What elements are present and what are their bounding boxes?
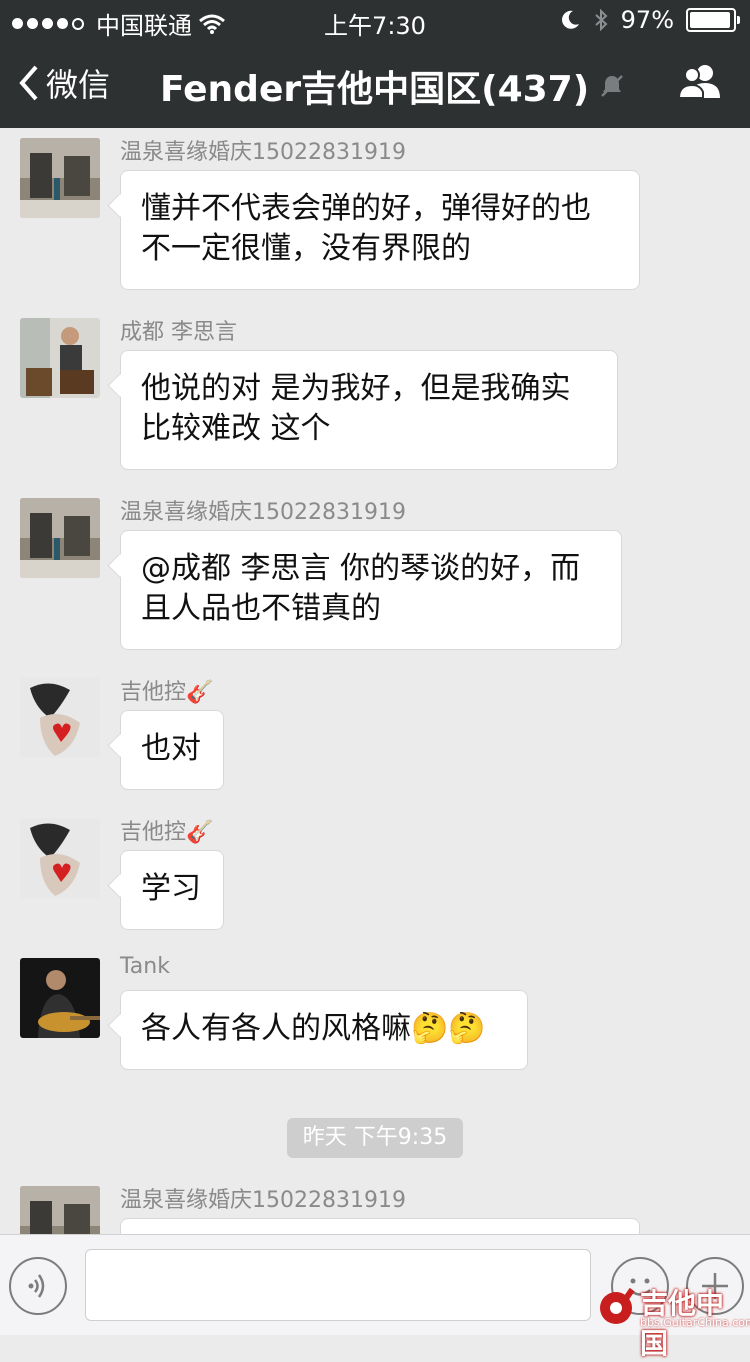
back-label: 微信 xyxy=(46,66,111,104)
sender-name: 成都 李思言 xyxy=(120,320,237,345)
message-bubble[interactable] xyxy=(120,1218,640,1234)
group-members-icon xyxy=(677,65,720,99)
message-bubble[interactable]: @成都 李思言 你的琴谈的好，而 且人品也不错真的 xyxy=(120,530,622,650)
message-line: 懂并不代表会弹的好，弹得好的也 xyxy=(141,191,591,226)
timestamp-separator: 昨天 下午9:35 xyxy=(287,1118,463,1158)
message-input[interactable] xyxy=(85,1249,591,1321)
avatar[interactable] xyxy=(20,318,100,398)
sender-name: 温泉喜缘婚庆15022831919 xyxy=(120,140,406,165)
message-line: 他说的对 是为我好，但是我确实 xyxy=(141,371,571,406)
message-item: 吉他控🎸 学习 xyxy=(20,808,420,938)
message-bubble[interactable]: 他说的对 是为我好，但是我确实 比较难改 这个 xyxy=(120,350,618,470)
chevron-left-icon xyxy=(19,65,38,101)
chat-title: Fender吉他中国区(437) xyxy=(160,60,625,112)
voice-button[interactable] xyxy=(9,1257,67,1315)
back-button[interactable]: 微信 xyxy=(18,60,110,106)
moon-icon xyxy=(561,10,579,29)
voice-icon xyxy=(28,1274,45,1298)
avatar[interactable] xyxy=(20,678,100,758)
message-line: 也对 xyxy=(141,731,201,766)
sender-name: Tank xyxy=(120,954,170,979)
message-line: 学习 xyxy=(141,871,201,906)
sender-name: 温泉喜缘婚庆15022831919 xyxy=(120,1188,406,1213)
message-item: 温泉喜缘婚庆15022831919 懂并不代表会弹的好，弹得好的也 不一定很懂，… xyxy=(20,128,640,298)
message-bubble[interactable]: 各人有各人的风格嘛🤔🤔 xyxy=(120,990,528,1070)
message-item: 温泉喜缘婚庆15022831919 xyxy=(20,1176,640,1234)
avatar[interactable] xyxy=(20,958,100,1038)
sender-name: 温泉喜缘婚庆15022831919 xyxy=(120,500,406,525)
chat-list[interactable]: 温泉喜缘婚庆15022831919 懂并不代表会弹的好，弹得好的也 不一定很懂，… xyxy=(0,128,750,1234)
message-bubble[interactable]: 懂并不代表会弹的好，弹得好的也 不一定很懂，没有界限的 xyxy=(120,170,640,290)
message-line: 不一定很懂，没有界限的 xyxy=(141,231,471,266)
watermark-url: bbs.GuitarChina.com xyxy=(640,1316,750,1329)
message-line: 各人有各人的风格嘛🤔🤔 xyxy=(141,1011,486,1046)
battery-percent: 97% xyxy=(620,6,674,34)
message-bubble[interactable]: 也对 xyxy=(120,710,224,790)
sender-name: 吉他控🎸 xyxy=(120,820,214,845)
sender-name: 吉他控🎸 xyxy=(120,680,214,705)
message-line: 且人品也不错真的 xyxy=(141,591,381,626)
header: 中国联通 上午7:30 97% 微信 Fender吉他中国区(437) xyxy=(0,0,750,128)
avatar[interactable] xyxy=(20,138,100,218)
message-item: 吉他控🎸 也对 xyxy=(20,668,420,798)
message-item: Tank 各人有各人的风格嘛🤔🤔 xyxy=(20,948,540,1078)
nav-bar: 微信 Fender吉他中国区(437) xyxy=(0,40,750,128)
mute-bell-icon xyxy=(601,75,624,97)
group-members-button[interactable] xyxy=(677,62,724,104)
message-line: 比较难改 这个 xyxy=(141,411,331,446)
status-bar: 中国联通 上午7:30 97% xyxy=(0,0,750,40)
avatar[interactable] xyxy=(20,818,100,898)
guitar-logo-icon xyxy=(600,1287,635,1324)
bluetooth-icon xyxy=(594,8,608,32)
avatar[interactable] xyxy=(20,1186,100,1234)
watermark: 吉他中国 bbs.GuitarChina.com xyxy=(596,1280,750,1360)
group-name: Fender吉他中国区(437) xyxy=(160,69,590,110)
battery-icon xyxy=(686,8,740,32)
message-item: 成都 李思言 他说的对 是为我好，但是我确实 比较难改 这个 xyxy=(20,308,640,478)
message-item: 温泉喜缘婚庆15022831919 @成都 李思言 你的琴谈的好，而 且人品也不… xyxy=(20,488,640,658)
avatar[interactable] xyxy=(20,498,100,578)
message-bubble[interactable]: 学习 xyxy=(120,850,224,930)
message-line: @成都 李思言 你的琴谈的好，而 xyxy=(141,551,581,586)
